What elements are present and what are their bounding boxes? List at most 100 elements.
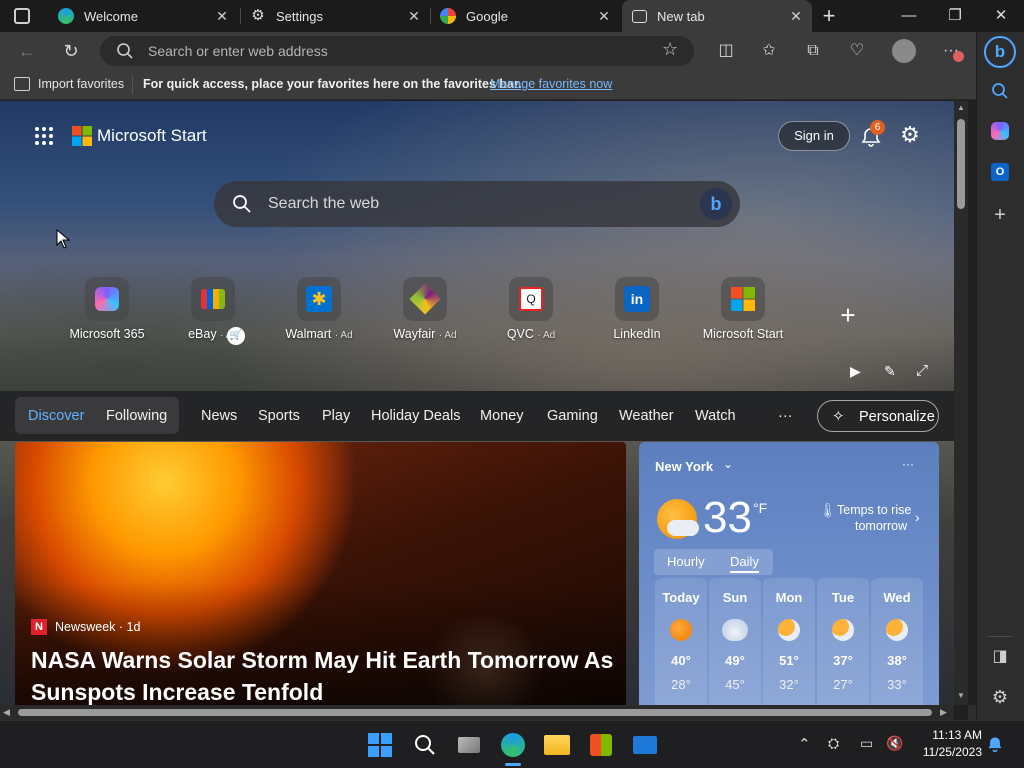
new-tab-button[interactable]: +: [816, 3, 842, 29]
chevron-right-icon[interactable]: ›: [915, 509, 920, 525]
nav-item-play[interactable]: Play: [322, 408, 350, 424]
fullscreen-icon[interactable]: ⤢: [916, 362, 928, 379]
profile-avatar[interactable]: [892, 39, 916, 63]
forecast-day[interactable]: Mon 51° 32°: [763, 578, 815, 705]
chevron-up-icon[interactable]: ⌃: [798, 735, 811, 753]
nav-item-sports[interactable]: Sports: [258, 408, 300, 424]
add-sidebar-app-icon[interactable]: +: [987, 202, 1013, 228]
import-favorites-button[interactable]: Import favorites: [38, 77, 124, 91]
network-icon[interactable]: ⛭: [828, 735, 839, 752]
restore-button[interactable]: ❐: [932, 0, 978, 32]
article-headline-line2[interactable]: Sunspots Increase Tenfold: [31, 679, 323, 705]
horizontal-scrollbar[interactable]: ◀ ▶: [0, 705, 954, 720]
quick-link-microsoft-start[interactable]: Microsoft Start: [688, 277, 798, 341]
tab-new-tab[interactable]: New tab ✕: [622, 0, 812, 32]
nav-item-news[interactable]: News: [201, 408, 237, 424]
display-icon[interactable]: ▭: [860, 735, 873, 752]
back-button[interactable]: ←: [14, 38, 40, 64]
tab-settings[interactable]: ⚙ Settings ✕: [240, 0, 430, 32]
manage-favorites-link[interactable]: Manage favorites now: [490, 77, 612, 91]
split-screen-icon[interactable]: ◫: [713, 38, 739, 64]
scroll-thumb[interactable]: [18, 709, 932, 716]
search-icon[interactable]: [409, 729, 441, 761]
close-icon[interactable]: ✕: [788, 8, 804, 24]
collections-icon[interactable]: ⧉: [800, 38, 826, 64]
favorites-icon[interactable]: ✩: [756, 38, 782, 64]
clock-time[interactable]: 11:13 AM: [920, 728, 982, 742]
hide-sidebar-icon[interactable]: ◨: [987, 644, 1013, 670]
tab-discover[interactable]: Discover: [28, 408, 84, 424]
weather-more-button[interactable]: ···: [902, 457, 914, 471]
bing-chat-icon[interactable]: b: [700, 188, 732, 220]
tab-following[interactable]: Following: [106, 408, 167, 424]
address-bar[interactable]: ☆: [100, 36, 694, 66]
chevron-down-icon[interactable]: ⌄: [723, 457, 733, 471]
personalize-button[interactable]: ✧ Personalize: [817, 400, 939, 432]
edit-background-icon[interactable]: ✎: [884, 363, 896, 380]
nav-item-holiday-deals[interactable]: Holiday Deals: [371, 408, 460, 424]
address-input[interactable]: [148, 42, 628, 60]
microsoft-store-icon[interactable]: [585, 729, 617, 761]
refresh-button[interactable]: ↻: [58, 38, 84, 64]
quick-link-wayfair[interactable]: Wayfair · Ad: [370, 277, 480, 341]
volume-muted-icon[interactable]: 🔇: [886, 735, 903, 752]
sidebar-settings-icon[interactable]: ⚙: [987, 684, 1013, 710]
forecast-day[interactable]: Sun 49° 45°: [709, 578, 761, 705]
nav-item-weather[interactable]: Weather: [619, 408, 674, 424]
tab-actions-icon[interactable]: [14, 8, 30, 24]
web-search-box[interactable]: Search the web b: [214, 181, 740, 227]
close-icon[interactable]: ✕: [596, 8, 612, 24]
forecast-day[interactable]: Today 40° 28°: [655, 578, 707, 705]
forecast-day[interactable]: Wed 38° 33°: [871, 578, 923, 705]
forecast-day[interactable]: Tue 37° 27°: [817, 578, 869, 705]
tab-daily[interactable]: Daily: [730, 554, 759, 573]
quick-link-qvc[interactable]: Q QVC · Ad: [476, 277, 586, 341]
tab-welcome[interactable]: Welcome ✕: [48, 0, 238, 32]
notifications-bell-icon[interactable]: [986, 735, 1006, 755]
nav-item-watch[interactable]: Watch: [695, 408, 736, 424]
scroll-left-icon[interactable]: ◀: [3, 707, 10, 718]
tab-google[interactable]: Google ✕: [430, 0, 620, 32]
scroll-right-icon[interactable]: ▶: [940, 707, 947, 718]
edge-icon[interactable]: [497, 729, 529, 761]
shopping-cart-icon[interactable]: 🛒: [227, 327, 245, 345]
nav-item-gaming[interactable]: Gaming: [547, 408, 598, 424]
close-window-button[interactable]: ✕: [978, 0, 1024, 32]
add-quick-link-button[interactable]: +: [834, 301, 862, 329]
microsoft-365-icon[interactable]: [987, 118, 1013, 144]
weather-card[interactable]: New York ⌄ ··· 33 °F 🌡 Temps to rise tom…: [639, 442, 939, 705]
scroll-thumb[interactable]: [957, 119, 965, 209]
browser-essentials-icon[interactable]: ♡: [844, 38, 870, 64]
sign-in-button[interactable]: Sign in: [778, 121, 850, 151]
nav-more-button[interactable]: ···: [778, 408, 793, 424]
tab-hourly[interactable]: Hourly: [667, 554, 705, 569]
mail-icon[interactable]: [629, 729, 661, 761]
search-icon[interactable]: [987, 78, 1013, 104]
windows-start-icon[interactable]: [364, 729, 396, 761]
close-icon[interactable]: ✕: [214, 8, 230, 24]
task-view-icon[interactable]: [453, 729, 485, 761]
play-icon[interactable]: ▶: [850, 363, 861, 380]
hero-article-card[interactable]: N Newsweek · 1d NASA Warns Solar Storm M…: [15, 442, 626, 705]
ebay-icon: [191, 277, 235, 321]
scroll-down-icon[interactable]: ▼: [957, 691, 965, 700]
close-icon[interactable]: ✕: [406, 8, 422, 24]
minimize-button[interactable]: —: [886, 0, 932, 32]
quick-link-ebay[interactable]: eBay · Ad: [158, 277, 268, 341]
page-settings-icon[interactable]: ⚙: [898, 123, 922, 147]
brand-title[interactable]: Microsoft Start: [97, 126, 207, 146]
favorite-star-icon[interactable]: ☆: [662, 39, 678, 60]
weather-city[interactable]: New York: [655, 459, 713, 474]
vertical-scrollbar[interactable]: ▲ ▼: [954, 101, 968, 705]
outlook-icon[interactable]: O: [987, 158, 1013, 184]
clock-date[interactable]: 11/25/2023: [914, 745, 982, 759]
quick-link-linkedin[interactable]: in LinkedIn: [582, 277, 692, 341]
file-explorer-icon[interactable]: [541, 729, 573, 761]
app-launcher-icon[interactable]: [34, 126, 54, 146]
quick-link-microsoft-365[interactable]: Microsoft 365: [52, 277, 162, 341]
article-headline-line1[interactable]: NASA Warns Solar Storm May Hit Earth Tom…: [31, 647, 613, 674]
nav-item-money[interactable]: Money: [480, 408, 524, 424]
bing-copilot-icon[interactable]: b: [984, 36, 1016, 68]
quick-link-walmart[interactable]: ✱ Walmart · Ad: [264, 277, 374, 341]
scroll-up-icon[interactable]: ▲: [957, 103, 965, 112]
